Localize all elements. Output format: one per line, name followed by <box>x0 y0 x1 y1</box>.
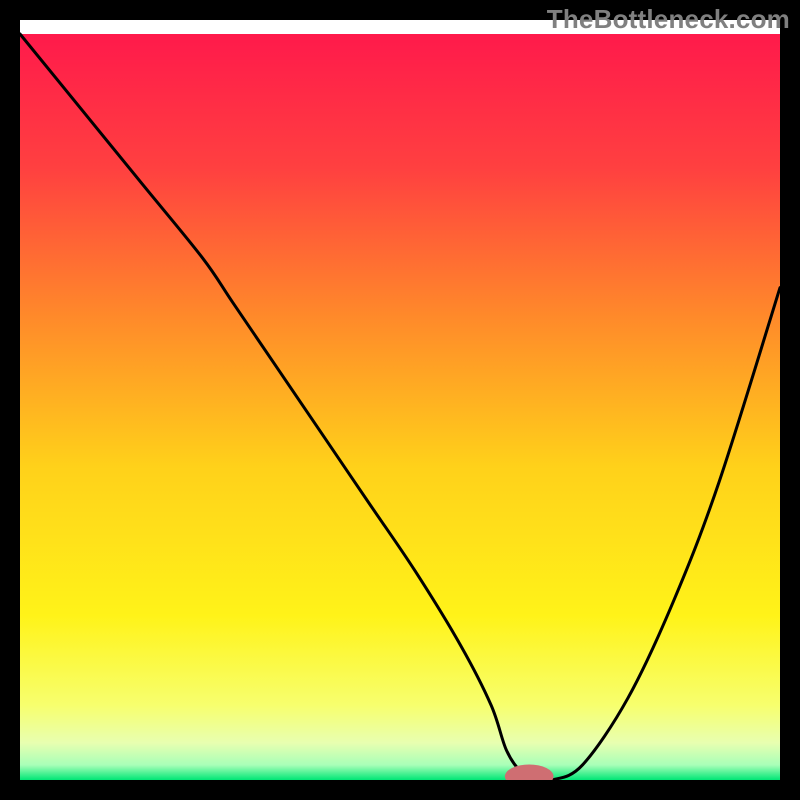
bottleneck-chart <box>0 0 800 800</box>
chart-border <box>780 0 800 800</box>
watermark-text: TheBottleneck.com <box>547 4 790 35</box>
chart-border <box>0 0 20 800</box>
chart-border <box>0 780 800 800</box>
plot-background <box>20 34 780 780</box>
chart-frame: TheBottleneck.com <box>0 0 800 800</box>
